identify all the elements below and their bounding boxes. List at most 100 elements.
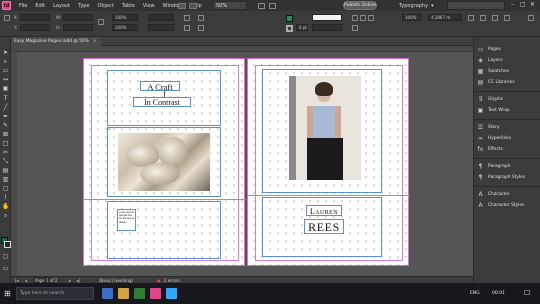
reference-field[interactable]: 4.2867 m — [428, 14, 462, 21]
zoom-field[interactable]: 50% — [213, 1, 247, 10]
stroke-swatch-small[interactable] — [286, 25, 293, 32]
close-icon[interactable]: ✕ — [530, 1, 535, 8]
name-last[interactable]: REES — [304, 219, 344, 234]
auto-fit-icon[interactable] — [468, 15, 474, 21]
opacity-field[interactable]: 100% — [402, 14, 422, 21]
gradient-swatch-tool-icon[interactable]: ▤ — [2, 167, 9, 174]
gap-tool-icon[interactable]: ↔ — [2, 76, 9, 83]
name-first[interactable]: Lauren — [306, 205, 342, 216]
arrange-icons[interactable] — [258, 1, 276, 10]
panel-layers[interactable]: ◈ Layers — [477, 56, 502, 65]
flip-horizontal-icon[interactable] — [184, 15, 190, 21]
stroke-type-dropdown[interactable] — [312, 24, 342, 31]
workspace-switcher[interactable]: Typography ▾ — [399, 1, 439, 10]
select-content-icon[interactable] — [198, 25, 204, 31]
line-tool-icon[interactable]: ╱ — [2, 104, 9, 111]
formatting-affects-container-icon[interactable]: ▢ — [2, 253, 9, 260]
menu-file[interactable]: File — [19, 3, 27, 9]
title-line-2[interactable]: In Contrast — [133, 97, 191, 107]
document-tab[interactable]: Easy Magazine Pages.indd @ 50% × — [11, 37, 101, 46]
page-tool-icon[interactable]: ▭ — [2, 67, 9, 74]
file-explorer-icon[interactable] — [118, 288, 129, 299]
page-left[interactable]: A Craft In Contrast ▪ Lorem ipsum sample… — [83, 58, 246, 266]
panel-pages[interactable]: ▭ Pages — [477, 45, 501, 54]
shadow-icon[interactable] — [352, 25, 358, 31]
free-transform-tool-icon[interactable]: ⤡ — [2, 158, 9, 165]
panel-glyphs[interactable]: Ǝ Glyphs — [477, 95, 503, 104]
publish-online-button[interactable]: Publish Online — [343, 1, 377, 10]
view-options[interactable] — [178, 1, 208, 10]
notifications-icon[interactable]: ☐ — [524, 289, 530, 297]
fabric-photo[interactable] — [118, 133, 210, 191]
panel-character-styles[interactable]: A Character Styles — [477, 201, 524, 210]
scale-y-field[interactable]: 100% — [112, 24, 138, 31]
close-tab-icon[interactable]: × — [93, 39, 97, 44]
distribute-icon[interactable] — [504, 15, 510, 21]
rectangle-tool-icon[interactable]: □ — [2, 140, 9, 147]
arrange-documents-icon[interactable] — [258, 2, 265, 9]
align-icon[interactable] — [492, 15, 498, 21]
fill-swatch[interactable] — [286, 15, 293, 22]
hand-tool-icon[interactable]: ✋ — [2, 203, 9, 210]
menu-view[interactable]: View — [143, 3, 155, 9]
clock[interactable]: 00:01 — [492, 291, 505, 296]
direct-selection-tool-icon[interactable]: ▹ — [2, 58, 9, 65]
body-text-frame[interactable]: Lorem ipsum sample text for the layout d… — [117, 209, 136, 231]
panel-paragraph[interactable]: ¶ Paragraph — [477, 162, 511, 171]
x-field[interactable] — [20, 14, 50, 21]
menu-object[interactable]: Object — [98, 3, 114, 9]
gradient-feather-tool-icon[interactable]: ▥ — [2, 176, 9, 183]
stroke-color-swatch[interactable] — [4, 241, 11, 248]
content-collector-icon[interactable]: ▣ — [2, 85, 9, 92]
language-indicator[interactable]: ENG — [470, 291, 480, 296]
height-field[interactable] — [63, 24, 93, 31]
maximize-icon[interactable]: □ — [520, 1, 526, 8]
panel-story[interactable]: ☰ Story — [477, 123, 500, 132]
stroke-weight-field[interactable]: 0 pt — [296, 24, 308, 31]
stroke-type-preview[interactable] — [312, 14, 342, 21]
y-field[interactable] — [20, 24, 50, 31]
scissors-tool-icon[interactable]: ✂ — [2, 149, 9, 156]
menu-edit[interactable]: Edit — [35, 3, 45, 9]
rotation-field[interactable] — [148, 14, 174, 21]
shear-field[interactable] — [148, 24, 174, 31]
stock-search-input[interactable] — [447, 1, 505, 10]
task-view-icon[interactable] — [102, 288, 113, 299]
pen-tool-icon[interactable]: ✒ — [2, 113, 9, 120]
screen-mode-icon[interactable] — [189, 2, 197, 9]
panel-menu-icon[interactable] — [528, 15, 534, 21]
page-right[interactable]: Lauren REES — [247, 58, 410, 266]
start-icon[interactable]: ⊞ — [4, 289, 11, 298]
screen-mode-icon[interactable]: ▭ — [2, 265, 9, 272]
portrait-photo[interactable] — [289, 76, 361, 180]
flip-vertical-icon[interactable] — [184, 25, 190, 31]
panel-hyperlinks[interactable]: ∞ Hyperlinks — [477, 134, 511, 143]
eyedropper-tool-icon[interactable]: ⌇ — [2, 194, 9, 201]
wrap-around-icon[interactable] — [360, 15, 366, 21]
chrome-icon[interactable] — [134, 288, 145, 299]
title-line-1[interactable]: A Craft — [140, 81, 180, 92]
reference-point-icon[interactable] — [4, 15, 10, 21]
panel-text-wrap[interactable]: ▣ Text Wrap — [477, 106, 510, 115]
panel-effects[interactable]: fx Effects — [477, 145, 503, 154]
constrain-proportions-icon[interactable] — [98, 19, 104, 25]
panel-cc-libraries[interactable]: ▤ CC Libraries — [477, 78, 515, 87]
selection-tool-icon[interactable]: ➤ — [2, 49, 9, 56]
taskbar-search[interactable]: Type here to search — [16, 287, 94, 300]
minimize-icon[interactable]: – — [511, 1, 514, 8]
photoshop-taskbar-icon[interactable] — [166, 288, 177, 299]
rectangle-frame-tool-icon[interactable]: ⊠ — [2, 131, 9, 138]
panel-swatches[interactable]: ▦ Swatches — [477, 67, 509, 76]
select-container-icon[interactable] — [198, 15, 204, 21]
pencil-tool-icon[interactable]: ✎ — [2, 122, 9, 129]
layout-icon[interactable] — [269, 2, 276, 9]
scale-x-field[interactable]: 100% — [112, 14, 138, 21]
menu-type[interactable]: Type — [78, 3, 89, 9]
panel-character[interactable]: A Character — [477, 190, 509, 199]
indesign-taskbar-icon[interactable] — [150, 288, 161, 299]
width-field[interactable] — [63, 14, 93, 21]
pasteboard[interactable]: A Craft In Contrast ▪ Lorem ipsum sample… — [17, 52, 473, 276]
note-tool-icon[interactable]: ▢ — [2, 185, 9, 192]
panel-paragraph-styles[interactable]: ¶ Paragraph Styles — [477, 173, 526, 182]
menu-table[interactable]: Table — [122, 3, 135, 9]
